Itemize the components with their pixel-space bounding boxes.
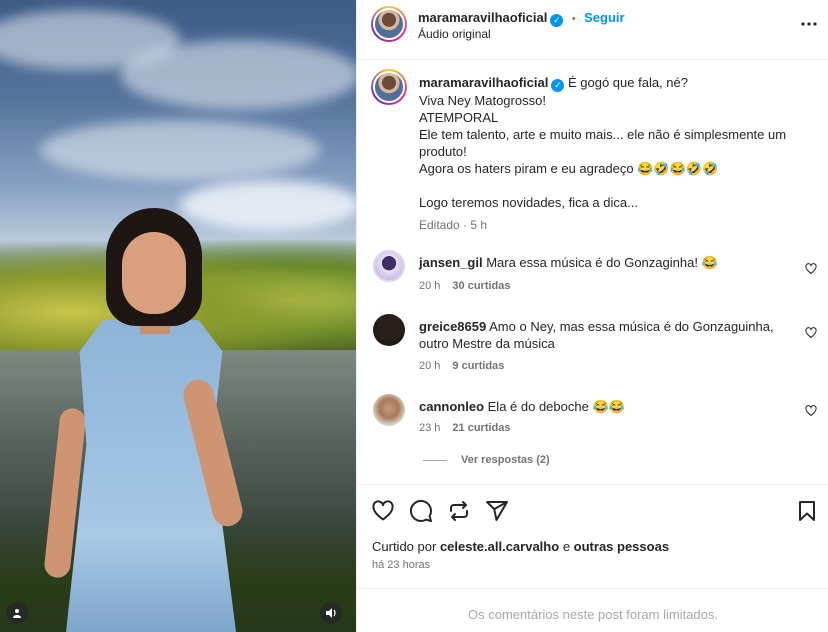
story-ring[interactable] — [371, 6, 407, 42]
comment-username[interactable]: cannonleo — [419, 399, 484, 414]
header-user-row: maramaravilhaoficial ✓ • Seguir — [418, 9, 625, 27]
heart-icon[interactable] — [371, 499, 395, 523]
caption-meta: Editado · 5 h — [419, 218, 488, 232]
send-icon[interactable] — [485, 499, 509, 523]
comment-time[interactable]: 20 h — [419, 280, 440, 292]
post-header: maramaravilhaoficial ✓ • Seguir Áudio ori… — [357, 0, 828, 60]
post-media[interactable] — [0, 0, 356, 632]
caption-username[interactable]: maramaravilhaoficial — [419, 75, 548, 90]
liked-by-conj: e — [562, 539, 571, 554]
post-side-panel: maramaravilhaoficial ✓ • Seguir Áudio ori… — [356, 0, 828, 632]
follow-button[interactable]: Seguir — [584, 10, 624, 25]
caption-time[interactable]: 5 h — [470, 218, 487, 232]
bookmark-icon[interactable] — [795, 499, 819, 523]
caption: maramaravilhaoficial ✓ É gogó que fala, n… — [419, 74, 819, 234]
comment-meta: 20 h 9 curtidas — [419, 360, 504, 372]
verified-badge-icon: ✓ — [550, 14, 564, 27]
liked-by-prefix: Curtido por — [372, 539, 437, 554]
edited-label: Editado — [419, 218, 460, 232]
caption-line-1: maramaravilhaoficial ✓ É gogó que fala, n… — [419, 74, 819, 92]
comment-body: jansen_gil Mara essa música é do Gonzagi… — [419, 254, 789, 271]
comment-likes[interactable]: 9 curtidas — [452, 360, 504, 372]
comment-avatar[interactable] — [373, 250, 405, 282]
comment-avatar[interactable] — [373, 314, 405, 346]
woman-in-denim-dress — [43, 208, 258, 632]
post-actions: Curtido por celeste.all.carvalho e outra… — [357, 484, 828, 594]
caption-line-2: Viva Ney Matogrosso! — [419, 93, 546, 108]
caption-line-6: Agora os haters piram e eu agradeço 😂🤣😂🤣… — [419, 161, 719, 176]
comment-item: cannonleo Ela é do deboche 😂😂 23 h 21 cur… — [373, 394, 828, 440]
view-replies-label[interactable]: Ver respostas (2) — [461, 454, 550, 466]
comment-text: Amo o Ney, mas essa música é do Gonzagui… — [489, 319, 774, 334]
comment-likes[interactable]: 21 curtidas — [452, 422, 510, 434]
share-icon[interactable] — [447, 499, 471, 523]
view-replies-button[interactable]: Ver respostas (2) — [423, 454, 550, 466]
comment-heart-icon[interactable] — [805, 262, 817, 275]
caption-avatar[interactable] — [373, 71, 405, 103]
replies-divider — [423, 459, 447, 461]
liked-by-others[interactable]: outras pessoas — [574, 539, 669, 554]
comments-limited-notice: Os comentários neste post foram limitado… — [357, 588, 828, 632]
caption-line-4: Ele tem talento, arte e muito mais... el… — [419, 127, 787, 142]
user-tag-icon[interactable] — [6, 602, 28, 624]
author-username[interactable]: maramaravilhaoficial — [418, 10, 547, 25]
comment-item: jansen_gil Mara essa música é do Gonzagi… — [373, 250, 828, 298]
comment-body: cannonleo Ela é do deboche 😂😂 — [419, 398, 789, 415]
comment-body: greice8659 Amo o Ney, mas essa música é … — [419, 318, 789, 352]
separator-dot: • — [571, 13, 576, 25]
comment-heart-icon[interactable] — [805, 404, 817, 417]
comment-heart-icon[interactable] — [805, 326, 817, 339]
cloud — [40, 120, 320, 180]
comment-text: Mara essa música é do Gonzaginha! 😂 — [486, 255, 718, 270]
posted-ago[interactable]: há 23 horas — [372, 559, 430, 571]
comment-meta: 20 h 30 curtidas — [419, 280, 511, 292]
comment-username[interactable]: greice8659 — [419, 319, 486, 334]
face — [122, 232, 186, 314]
caption-line-5: produto! — [419, 144, 467, 159]
liked-by: Curtido por celeste.all.carvalho e outra… — [372, 539, 669, 554]
caption-text-1: É gogó que fala, né? — [567, 75, 688, 90]
comment-item: greice8659 Amo o Ney, mas essa música é … — [373, 314, 828, 376]
comment-time[interactable]: 20 h — [419, 360, 440, 372]
comment-likes[interactable]: 30 curtidas — [452, 280, 510, 292]
comment-text: Ela é do deboche 😂😂 — [487, 399, 625, 414]
volume-icon[interactable] — [320, 602, 342, 624]
cloud — [120, 40, 356, 110]
liked-by-user[interactable]: celeste.all.carvalho — [440, 539, 559, 554]
caption-line-8: Logo teremos novidades, fica a dica... — [419, 195, 638, 210]
avatar[interactable] — [373, 8, 405, 40]
comment-username[interactable]: jansen_gil — [419, 255, 483, 270]
verified-badge-icon: ✓ — [551, 79, 565, 92]
caption-story-ring[interactable] — [371, 69, 407, 105]
more-horizontal-icon[interactable] — [799, 14, 819, 34]
comment-text-cont: outro Mestre da música — [419, 336, 555, 351]
comment-avatar[interactable] — [373, 394, 405, 426]
audio-label[interactable]: Áudio original — [418, 27, 491, 41]
comment-time[interactable]: 23 h — [419, 422, 440, 434]
comment-icon[interactable] — [409, 499, 433, 523]
comment-meta: 23 h 21 curtidas — [419, 422, 511, 434]
caption-line-3: ATEMPORAL — [419, 110, 499, 125]
caption-line-7 — [419, 177, 819, 194]
